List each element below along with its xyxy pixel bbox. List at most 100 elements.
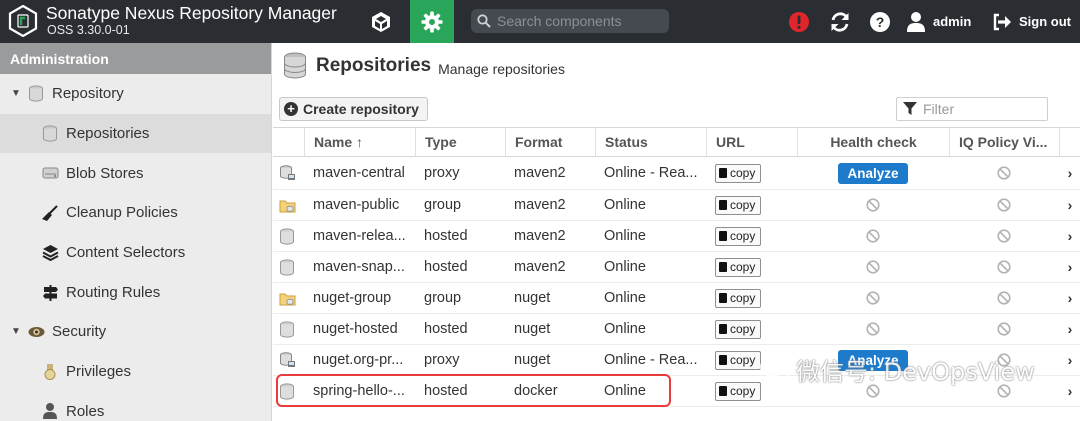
copy-url-button[interactable]: copy xyxy=(715,288,762,308)
database-stack-icon xyxy=(284,52,306,79)
sidebar-group-repository[interactable]: ▼ Repository xyxy=(0,74,271,114)
top-navigation-bar: Sonatype Nexus Repository Manager OSS 3.… xyxy=(0,0,1080,43)
chevron-right-icon[interactable]: › xyxy=(1063,345,1077,375)
sidebar-header: Administration xyxy=(0,43,271,74)
health-check-cell xyxy=(797,314,949,344)
app-version: OSS 3.30.0-01 xyxy=(47,23,130,37)
chevron-right-icon[interactable]: › xyxy=(1063,252,1077,282)
chevron-right-icon[interactable]: › xyxy=(1063,221,1077,251)
repository-name: maven-central xyxy=(313,165,405,181)
table-row[interactable]: maven-central proxy maven2 Online - Rea.… xyxy=(273,157,1080,190)
repository-type: hosted xyxy=(424,228,468,244)
hosted-repo-icon xyxy=(279,376,299,406)
column-header-health-check[interactable]: Health check xyxy=(797,128,949,157)
chevron-right-icon[interactable]: › xyxy=(1063,190,1077,220)
copy-label: copy xyxy=(730,260,756,274)
user-account-button[interactable]: admin xyxy=(906,0,978,43)
refresh-button[interactable] xyxy=(828,0,852,43)
repository-status: Online xyxy=(604,290,646,306)
filter-input[interactable] xyxy=(923,101,1043,117)
copy-url-button[interactable]: copy xyxy=(715,226,762,246)
chevron-right-icon[interactable]: › xyxy=(1063,314,1077,344)
not-applicable-icon xyxy=(997,229,1011,243)
search-components-box[interactable] xyxy=(471,9,669,33)
nexus-logo-icon[interactable] xyxy=(8,5,38,37)
search-input[interactable] xyxy=(497,13,657,29)
copy-url-button[interactable]: copy xyxy=(715,381,762,401)
column-header-url[interactable]: URL xyxy=(706,128,797,157)
sidebar-item-blob-stores[interactable]: Blob Stores xyxy=(0,153,271,193)
sidebar-item-routing-rules[interactable]: Routing Rules xyxy=(0,272,271,312)
sign-out-label: Sign out xyxy=(1019,14,1071,29)
sidebar-item-content-selectors[interactable]: Content Selectors xyxy=(0,233,271,273)
copy-label: copy xyxy=(730,384,756,398)
hard-drive-icon xyxy=(41,164,59,182)
chevron-right-icon[interactable]: › xyxy=(1063,157,1077,189)
repository-url-cell: copy xyxy=(715,252,785,282)
column-header-name[interactable]: Name ↑ xyxy=(304,128,416,157)
chevron-right-icon[interactable]: › xyxy=(1063,376,1077,406)
table-row[interactable]: nuget-group group nuget Online copy › xyxy=(273,283,1080,314)
iq-policy-cell xyxy=(949,252,1059,282)
health-check-cell xyxy=(797,283,949,313)
repository-format: maven2 xyxy=(514,259,566,275)
column-header-type[interactable]: Type xyxy=(415,128,505,157)
repository-status: Online xyxy=(604,383,646,399)
column-header-format[interactable]: Format xyxy=(505,128,595,157)
medal-icon xyxy=(41,363,59,381)
sidebar-item-label: Cleanup Policies xyxy=(66,204,178,222)
browse-button[interactable] xyxy=(357,0,405,43)
clipboard-icon xyxy=(719,293,727,303)
repository-name: maven-public xyxy=(313,197,400,213)
not-applicable-icon xyxy=(866,260,880,274)
help-button[interactable]: ? xyxy=(868,0,892,43)
sidebar-item-label: Content Selectors xyxy=(66,244,186,262)
clipboard-icon xyxy=(719,200,727,210)
clipboard-icon xyxy=(719,324,727,334)
copy-label: copy xyxy=(730,166,756,180)
plus-circle-icon: + xyxy=(284,102,298,116)
sign-out-button[interactable]: Sign out xyxy=(992,0,1076,43)
refresh-icon xyxy=(831,11,849,32)
copy-label: copy xyxy=(730,198,756,212)
caret-down-icon[interactable]: ▼ xyxy=(11,326,23,337)
copy-url-button[interactable]: copy xyxy=(715,350,762,370)
not-applicable-icon xyxy=(866,322,880,336)
sidebar-group-security[interactable]: ▼ Security xyxy=(0,312,271,352)
sidebar-item-repositories[interactable]: Repositories xyxy=(0,113,271,154)
table-row[interactable]: nuget-hosted hosted nuget Online copy › xyxy=(273,314,1080,345)
sidebar-item-roles[interactable]: Roles xyxy=(0,392,271,421)
copy-url-button[interactable]: copy xyxy=(715,195,762,215)
table-row[interactable]: maven-public group maven2 Online copy › xyxy=(273,190,1080,221)
repository-status: Online xyxy=(604,228,646,244)
repository-name: nuget-hosted xyxy=(313,321,398,337)
copy-url-button[interactable]: copy xyxy=(715,319,762,339)
repository-type: group xyxy=(424,197,462,213)
system-alert-button[interactable] xyxy=(787,0,811,43)
svg-text:?: ? xyxy=(876,14,885,30)
watermark-text: 微信号: DevOpsView xyxy=(796,358,1035,386)
chevron-right-icon[interactable]: › xyxy=(1063,283,1077,313)
caret-down-icon[interactable]: ▼ xyxy=(11,88,23,99)
repository-format: nuget xyxy=(514,352,551,368)
copy-url-button[interactable]: copy xyxy=(715,163,762,183)
column-header-iq-policy[interactable]: IQ Policy Vi... xyxy=(949,128,1059,157)
filter-box[interactable] xyxy=(896,97,1048,121)
group-repo-icon xyxy=(279,283,299,313)
column-header-status[interactable]: Status xyxy=(595,128,706,157)
repository-format: docker xyxy=(514,383,558,399)
sidebar-item-privileges[interactable]: Privileges xyxy=(0,352,271,392)
administration-button[interactable] xyxy=(410,0,454,43)
repository-url-cell: copy xyxy=(715,283,785,313)
table-row[interactable]: maven-relea... hosted maven2 Online copy… xyxy=(273,221,1080,252)
repository-name: maven-snap... xyxy=(313,259,405,275)
table-row[interactable]: maven-snap... hosted maven2 Online copy … xyxy=(273,252,1080,283)
copy-url-button[interactable]: copy xyxy=(715,257,762,277)
sidebar-item-cleanup-policies[interactable]: Cleanup Policies xyxy=(0,193,271,233)
create-repository-button[interactable]: + Create repository xyxy=(279,97,428,121)
analyze-button[interactable]: Analyze xyxy=(838,162,908,184)
copy-label: copy xyxy=(730,353,756,367)
filter-icon xyxy=(903,102,917,115)
repository-format: maven2 xyxy=(514,165,566,181)
sidebar-item-label: Security xyxy=(52,323,107,341)
